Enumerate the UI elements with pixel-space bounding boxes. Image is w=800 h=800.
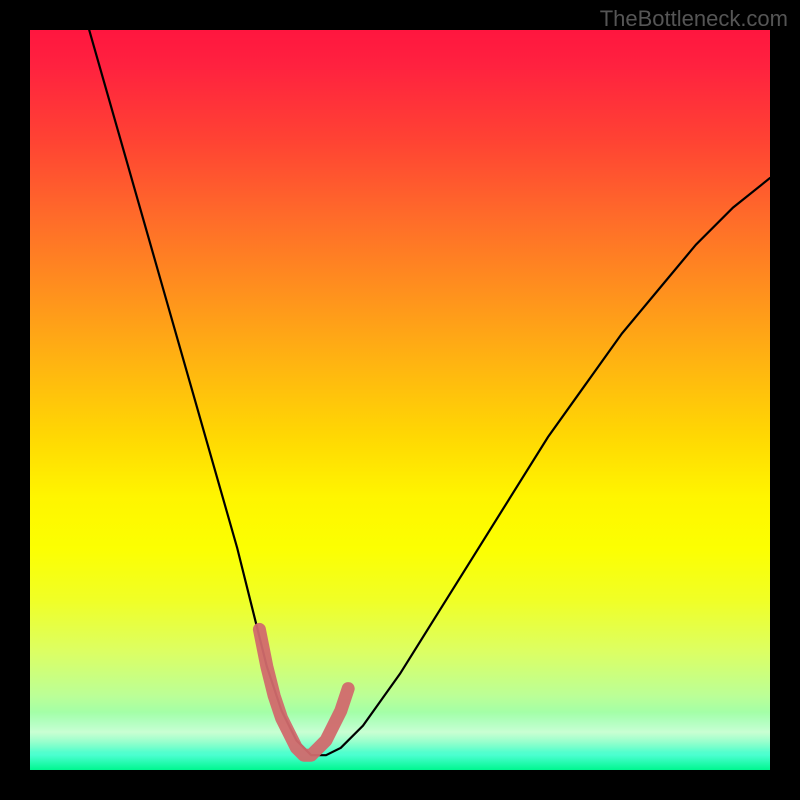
plot-area [30, 30, 770, 770]
watermark-text: TheBottleneck.com [600, 6, 788, 32]
gradient-background [30, 30, 770, 770]
chart-frame: TheBottleneck.com [0, 0, 800, 800]
